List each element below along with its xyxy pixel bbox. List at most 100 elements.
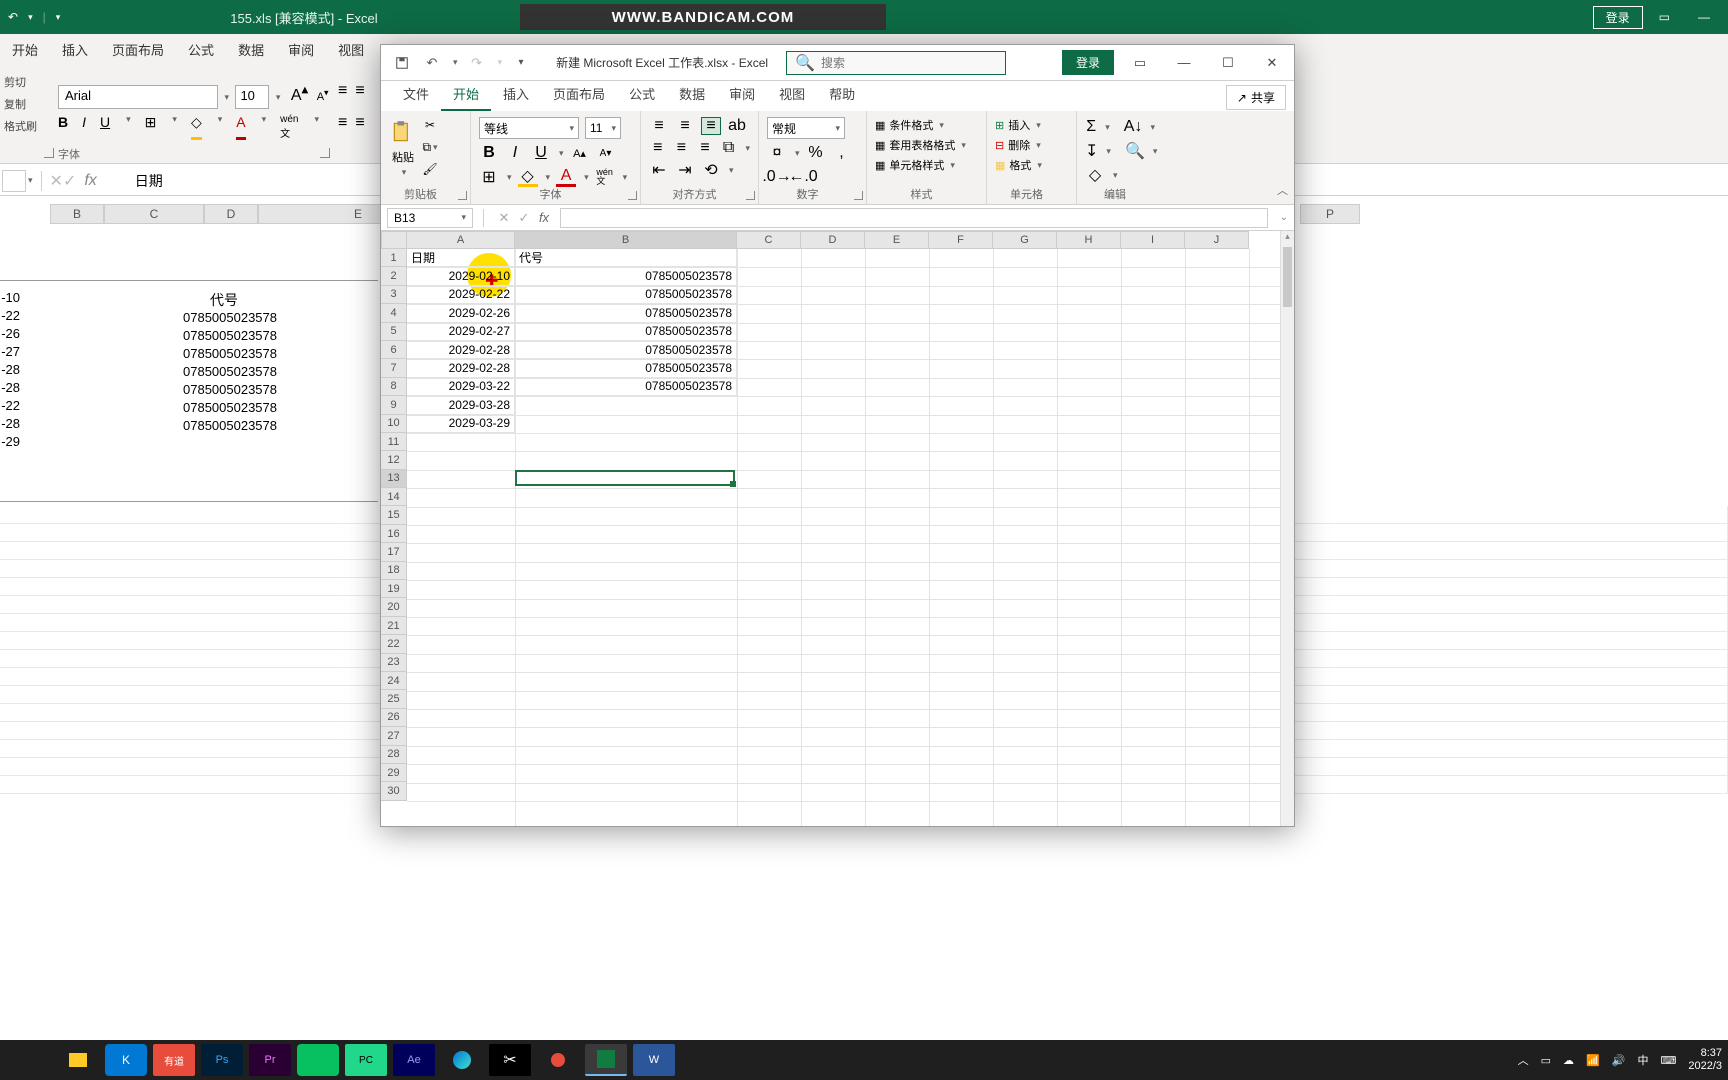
row-header-11[interactable]: 11 — [381, 433, 407, 451]
row-header-26[interactable]: 26 — [381, 709, 407, 727]
delete-cells-button[interactable]: ⊟删除▾ — [995, 137, 1068, 153]
colhdr-c[interactable]: C — [104, 204, 204, 224]
copy-icon[interactable]: ⧉▾ — [421, 139, 439, 155]
taskbar-premiere[interactable]: Pr — [249, 1044, 291, 1076]
border-icon[interactable]: ⊞ — [479, 167, 499, 187]
select-all-corner[interactable] — [381, 231, 407, 249]
row-header-13[interactable]: 13 — [381, 470, 407, 488]
col-header-G[interactable]: G — [993, 231, 1057, 249]
row-header-24[interactable]: 24 — [381, 672, 407, 690]
ribbon-tab-数据[interactable]: 数据 — [667, 78, 717, 111]
col-header-I[interactable]: I — [1121, 231, 1185, 249]
cell-A10[interactable]: 2029-03-29 — [407, 415, 515, 433]
font-size-select[interactable]: 11▾ — [585, 117, 621, 139]
close-icon[interactable]: ✕ — [1250, 45, 1294, 81]
align-top-icon[interactable]: ≡ — [338, 82, 347, 100]
col-header-F[interactable]: F — [929, 231, 993, 249]
wrap-text-icon[interactable]: ab — [727, 117, 747, 135]
tray-clock[interactable]: 8:37 2022/3 — [1688, 1047, 1722, 1073]
fill-color-icon[interactable]: ◇ — [518, 167, 538, 187]
front-login-button[interactable]: 登录 — [1062, 50, 1114, 75]
comma-icon[interactable]: , — [832, 143, 852, 163]
tray-keyboard-icon[interactable]: ⌨ — [1660, 1054, 1676, 1067]
back-name-box[interactable] — [2, 170, 26, 192]
taskbar-youdao[interactable]: 有道 — [153, 1044, 195, 1076]
format-cells-button[interactable]: ▦格式▾ — [995, 157, 1068, 173]
row-header-15[interactable]: 15 — [381, 506, 407, 524]
number-format-select[interactable]: 常规▾ — [767, 117, 845, 139]
cell-B6[interactable]: 0785005023578 — [515, 341, 737, 359]
row-header-6[interactable]: 6 — [381, 341, 407, 359]
cell-B1[interactable]: 代号 — [515, 249, 737, 267]
conditional-format-button[interactable]: ▦条件格式▾ — [875, 117, 978, 133]
row-header-23[interactable]: 23 — [381, 654, 407, 672]
cell-B5[interactable]: 0785005023578 — [515, 323, 737, 341]
cell-style-button[interactable]: ▦单元格样式▾ — [875, 157, 978, 173]
font-name-select[interactable]: 等线▾ — [479, 117, 579, 139]
qat-dropdown-icon[interactable]: ▾ — [28, 12, 33, 23]
row-header-2[interactable]: 2 — [381, 267, 407, 285]
ribbon-tab-页面布局[interactable]: 页面布局 — [541, 78, 617, 111]
merge-icon[interactable]: ⧉ — [720, 139, 738, 157]
tab-review[interactable]: 审阅 — [276, 34, 326, 65]
paste-button[interactable]: 粘贴 ▾ — [389, 117, 417, 188]
row-header-28[interactable]: 28 — [381, 746, 407, 764]
fx-icon[interactable]: fx — [84, 172, 96, 190]
tab-view[interactable]: 视图 — [326, 34, 376, 65]
col-header-H[interactable]: H — [1057, 231, 1121, 249]
row-header-21[interactable]: 21 — [381, 617, 407, 635]
taskbar-aftereffects[interactable]: Ae — [393, 1044, 435, 1076]
dec-decimal-icon[interactable]: ←.0 — [793, 167, 813, 187]
row-header-25[interactable]: 25 — [381, 690, 407, 708]
back-clip-launcher-icon[interactable] — [44, 148, 54, 158]
row-header-3[interactable]: 3 — [381, 286, 407, 304]
grow-font-icon[interactable]: A▴ — [570, 143, 590, 163]
fill-handle[interactable] — [730, 481, 736, 487]
minimize-icon[interactable]: — — [1162, 45, 1206, 81]
underline-icon[interactable]: U — [100, 114, 110, 140]
fb-enter-icon[interactable]: ✓ — [514, 210, 534, 226]
row-header-10[interactable]: 10 — [381, 415, 407, 433]
row-header-12[interactable]: 12 — [381, 451, 407, 469]
row-header-17[interactable]: 17 — [381, 543, 407, 561]
italic-icon[interactable]: I — [82, 114, 86, 140]
ribbon-tab-文件[interactable]: 文件 — [391, 78, 441, 111]
align-left-icon[interactable]: ≡ — [338, 114, 347, 132]
orientation-icon[interactable]: ⟲ — [701, 161, 721, 179]
cell-A5[interactable]: 2029-02-27 — [407, 323, 515, 341]
front-grid[interactable]: ABCDEFGHIJ 12345678910111213141516171819… — [381, 231, 1294, 826]
underline-icon[interactable]: U — [531, 143, 551, 163]
cell-A2[interactable]: 2029-02-10 — [407, 267, 515, 285]
cell-A1[interactable]: 日期 — [407, 249, 515, 267]
ribbon-tab-帮助[interactable]: 帮助 — [817, 78, 867, 111]
cell-A4[interactable]: 2029-02-26 — [407, 304, 515, 322]
insert-cells-button[interactable]: ⊞插入▾ — [995, 117, 1068, 133]
align-launcher-icon[interactable] — [746, 191, 755, 200]
align-mid-icon[interactable]: ≡ — [355, 82, 364, 100]
row-header-1[interactable]: 1 — [381, 249, 407, 267]
ribbon-tab-插入[interactable]: 插入 — [491, 78, 541, 111]
border-icon[interactable]: ⊞ — [145, 114, 157, 140]
scroll-thumb[interactable] — [1283, 247, 1292, 307]
find-icon[interactable]: 🔍 — [1125, 141, 1145, 161]
taskbar-pycharm[interactable]: PC — [345, 1044, 387, 1076]
table-format-button[interactable]: ▦套用表格格式▾ — [875, 137, 978, 153]
cell-B3[interactable]: 0785005023578 — [515, 286, 737, 304]
row-header-20[interactable]: 20 — [381, 598, 407, 616]
save-icon[interactable] — [391, 52, 413, 74]
tab-data[interactable]: 数据 — [226, 34, 276, 65]
qat-more-icon[interactable]: ▾ — [56, 12, 61, 23]
formula-input[interactable] — [560, 208, 1268, 228]
tab-home[interactable]: 开始 — [0, 34, 50, 65]
fx-icon[interactable]: fx — [534, 210, 554, 225]
cell-A9[interactable]: 2029-03-28 — [407, 396, 515, 414]
taskbar-start[interactable] — [9, 1044, 51, 1076]
cell-A7[interactable]: 2029-02-28 — [407, 359, 515, 377]
search-input[interactable] — [821, 56, 997, 70]
align-bottom-icon[interactable]: ≡ — [701, 117, 721, 135]
phonetic-icon[interactable]: wén文 — [595, 167, 615, 187]
row-header-14[interactable]: 14 — [381, 488, 407, 506]
undo-icon[interactable]: ↶ — [421, 52, 443, 74]
ribbon-display-icon[interactable]: ▭ — [1118, 45, 1162, 81]
clip-launcher-icon[interactable] — [458, 191, 467, 200]
